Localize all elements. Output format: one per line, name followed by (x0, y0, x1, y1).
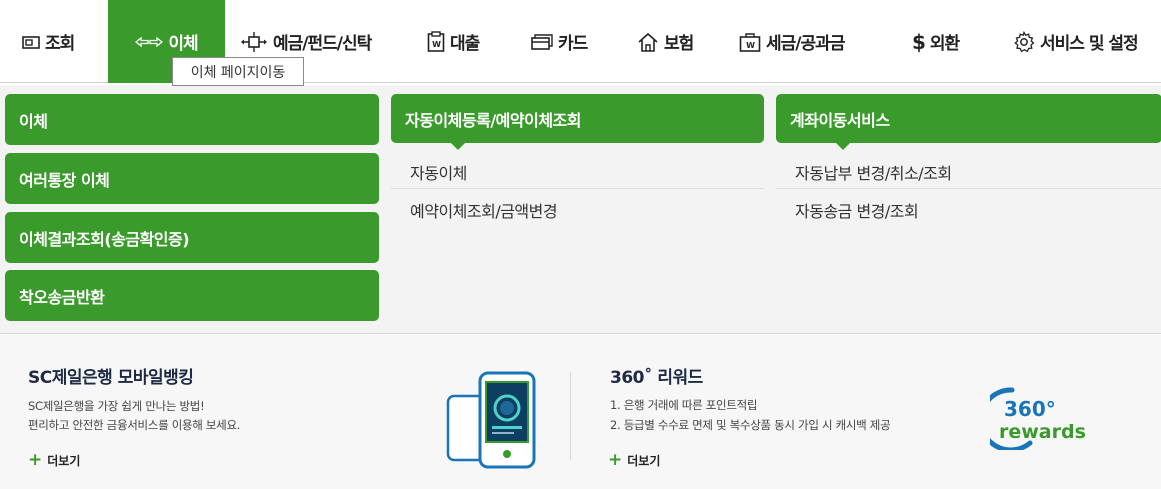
nav-item-foreign-exchange[interactable]: $ 외환 (912, 0, 960, 83)
divider (391, 188, 764, 189)
nav-label: 카드 (558, 34, 588, 54)
menu-item-transfer-result[interactable]: 이체결과조회(송금확인증) (5, 212, 379, 263)
header-label: 자동이체등록/예약이체조회 (405, 110, 581, 130)
menu-item-transfer[interactable]: 이체 (5, 94, 379, 145)
sublink-auto-remittance-change[interactable]: 자동송금 변경/조회 (795, 198, 919, 222)
menu-header-auto-transfer[interactable]: 자동이체등록/예약이체조회 (391, 94, 764, 150)
gear-icon (1013, 30, 1035, 53)
nav-item-settings[interactable]: 서비스 및 설정 (1013, 0, 1139, 83)
nav-label: 외환 (929, 34, 960, 54)
sublink-auto-payment-change[interactable]: 자동납부 변경/취소/조회 (795, 160, 952, 184)
tooltip: 이체 페이지이동 (172, 57, 304, 86)
menu-item-mistaken-remittance[interactable]: 착오송금반환 (5, 270, 379, 321)
menu-item-multi-account-transfer[interactable]: 여러통장 이체 (5, 153, 379, 204)
rewards-logo-bottom: rewards (999, 421, 1086, 443)
promo-mobile-more-link[interactable]: + 더보기 (28, 450, 80, 470)
nav-label: 예금/펀드/신탁 (273, 34, 372, 54)
loan-document-icon: W (427, 30, 445, 53)
sublink-auto-transfer[interactable]: 자동이체 (410, 160, 467, 184)
menu-header-account-switch[interactable]: 계좌이동서비스 (776, 94, 1161, 150)
nav-item-loan[interactable]: W 대출 (427, 0, 480, 83)
promo-divider (570, 372, 571, 460)
inquiry-icon (22, 35, 40, 49)
divider (776, 188, 1161, 189)
more-label: 더보기 (627, 453, 661, 468)
promo-mobile-line: SC제일은행을 가장 쉽게 만나는 방법! (28, 399, 205, 413)
house-icon (637, 32, 659, 52)
plus-icon: + (28, 450, 43, 470)
promo-rewards-line: 2. 등급별 수수료 면제 및 복수상품 동시 가입 시 캐시백 제공 (610, 418, 891, 432)
promo-mobile-line: 편리하고 안전한 금융서비스를 이용해 보세요. (28, 418, 241, 432)
svg-text:W: W (746, 41, 755, 50)
header-label: 계좌이동서비스 (790, 110, 890, 130)
nav-label: 이체 (168, 34, 198, 54)
more-label: 더보기 (47, 453, 81, 468)
nav-label: 세금/공과금 (766, 34, 845, 54)
header-notch (836, 143, 850, 150)
top-navigation: 조회 이체 예금/펀드/신탁 W 대출 카드 보험 W 세금/공과금 $ 외환 … (0, 0, 1161, 86)
tax-briefcase-icon: W (739, 32, 761, 52)
nav-item-card[interactable]: 카드 (531, 0, 588, 83)
promo-rewards-line: 1. 은행 거래에 따른 포인트적립 (610, 398, 758, 412)
sublink-scheduled-transfer[interactable]: 예약이체조회/금액변경 (410, 198, 558, 222)
nav-item-tax[interactable]: W 세금/공과금 (739, 0, 845, 83)
dollar-icon: $ (912, 29, 926, 54)
card-icon (531, 33, 553, 50)
transfer-menu-panel: 이체 여러통장 이체 이체결과조회(송금확인증) 착오송금반환 자동이체등록/예… (0, 85, 1161, 334)
nav-label: 서비스 및 설정 (1040, 34, 1139, 54)
rewards-logo-top: 360° (1004, 397, 1056, 421)
header-notch (451, 143, 465, 150)
svg-text:W: W (432, 40, 441, 49)
deposit-icon (240, 31, 268, 52)
nav-label: 보험 (664, 34, 694, 54)
promo-rewards-title: 360˚ 리워드 (610, 368, 703, 388)
transfer-arrows-icon (135, 36, 164, 48)
mobile-phones-illustration (445, 370, 540, 470)
nav-label: 조회 (45, 34, 75, 54)
nav-item-insurance[interactable]: 보험 (637, 0, 694, 83)
promo-mobile-title: SC제일은행 모바일뱅킹 (28, 368, 194, 388)
plus-icon: + (608, 450, 623, 470)
nav-item-inquiry[interactable]: 조회 (22, 0, 75, 83)
nav-label: 대출 (450, 34, 480, 54)
rewards-logo: 360° rewards (978, 380, 1105, 453)
promo-rewards-more-link[interactable]: + 더보기 (608, 450, 660, 470)
